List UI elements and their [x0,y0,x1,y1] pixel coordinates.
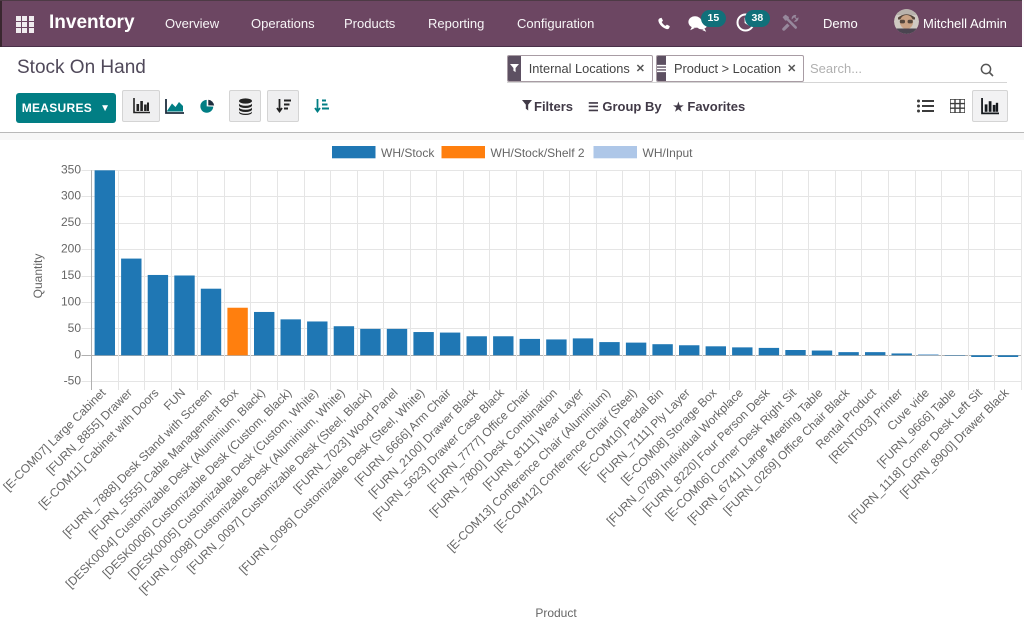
svg-text:250: 250 [61,215,81,229]
svg-text:WH/Input: WH/Input [643,146,694,160]
svg-text:0: 0 [74,347,81,361]
svg-text:WH/Stock: WH/Stock [381,146,435,160]
svg-text:150: 150 [61,268,81,282]
svg-text:200: 200 [61,242,81,256]
svg-text:100: 100 [61,294,81,308]
svg-text:300: 300 [61,189,81,203]
svg-text:Quantity: Quantity [31,254,45,299]
svg-text:50: 50 [68,321,82,335]
svg-text:-50: -50 [64,374,82,388]
svg-text:350: 350 [61,162,81,176]
svg-text:Product: Product [535,606,577,620]
svg-text:[E-COM07] Large Cabinet: [E-COM07] Large Cabinet [0,385,108,493]
svg-text:WH/Stock/Shelf 2: WH/Stock/Shelf 2 [491,146,585,160]
